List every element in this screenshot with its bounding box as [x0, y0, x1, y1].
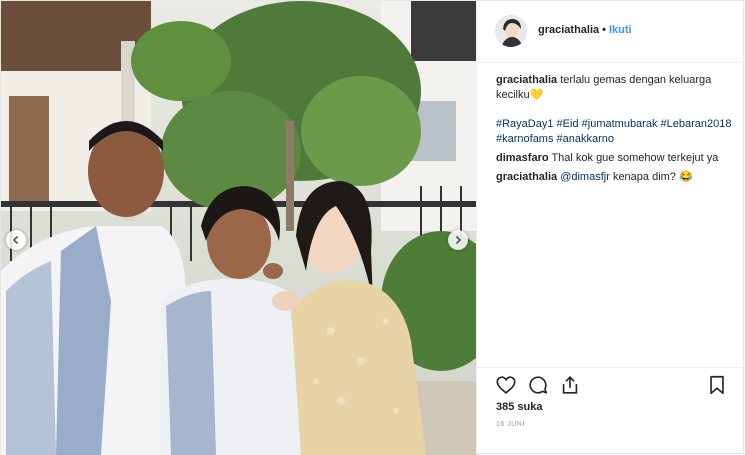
carousel-prev-button[interactable] — [6, 230, 26, 250]
family-photo — [1, 1, 476, 455]
post-photo[interactable] — [1, 1, 476, 455]
likes-count[interactable]: 385 suka — [496, 401, 542, 413]
hashtag-eid[interactable]: #Eid — [557, 118, 579, 130]
caption: graciathalia terlalu gemas dengan keluar… — [496, 73, 736, 103]
comment-text: Thal kok gue somehow terkejut ya — [551, 152, 719, 164]
yellow-heart-emoji: 💛 — [529, 89, 544, 101]
hashtag-anakkarno[interactable]: #anakkarno — [557, 133, 615, 145]
post-header: graciathalia • Ikuti — [477, 1, 745, 63]
caption-username[interactable]: graciathalia — [496, 74, 557, 86]
comments-list: graciathalia terlalu gemas dengan keluar… — [496, 73, 736, 189]
header-separator: • — [602, 24, 606, 36]
hashtag-jumatmubarak[interactable]: #jumatmubarak — [582, 118, 658, 130]
comment-text: kenapa dim? — [612, 171, 676, 183]
header-line: graciathalia • Ikuti — [538, 24, 632, 36]
heart-icon[interactable] — [495, 374, 517, 396]
share-icon[interactable] — [559, 374, 581, 396]
instagram-post: graciathalia • Ikuti graciathalia terlalu … — [0, 0, 745, 455]
avatar-image — [495, 15, 527, 47]
header-username[interactable]: graciathalia — [538, 24, 599, 36]
hashtag-karnofams[interactable]: #karnofams — [496, 133, 553, 145]
comment-item: dimasfaro Thal kok gue somehow terkejut … — [496, 151, 736, 166]
post-date: 16 JUNI — [496, 421, 525, 428]
laughing-emoji: 😂 — [679, 171, 693, 183]
action-bar — [477, 367, 745, 398]
comment-icon[interactable] — [527, 374, 549, 396]
follow-button[interactable]: Ikuti — [609, 24, 632, 36]
comment-username[interactable]: graciathalia — [496, 171, 557, 183]
chevron-right-icon — [455, 235, 462, 245]
bookmark-icon[interactable] — [706, 374, 728, 396]
hashtag-lebaran2018[interactable]: #Lebaran2018 — [661, 118, 732, 130]
comment-item: graciathalia @dimasfjr kenapa dim? 😂 — [496, 170, 736, 185]
chevron-left-icon — [12, 235, 19, 245]
post-side-panel: graciathalia • Ikuti graciathalia terlalu … — [476, 1, 745, 455]
carousel-next-button[interactable] — [448, 230, 468, 250]
caption-hashtags: #RayaDay1 #Eid #jumatmubarak #Lebaran201… — [496, 117, 736, 147]
avatar[interactable] — [495, 15, 527, 47]
hashtag-rayaday1[interactable]: #RayaDay1 — [496, 118, 553, 130]
comment-username[interactable]: dimasfaro — [496, 152, 549, 164]
comment-mention[interactable]: @dimasfjr — [560, 171, 610, 183]
